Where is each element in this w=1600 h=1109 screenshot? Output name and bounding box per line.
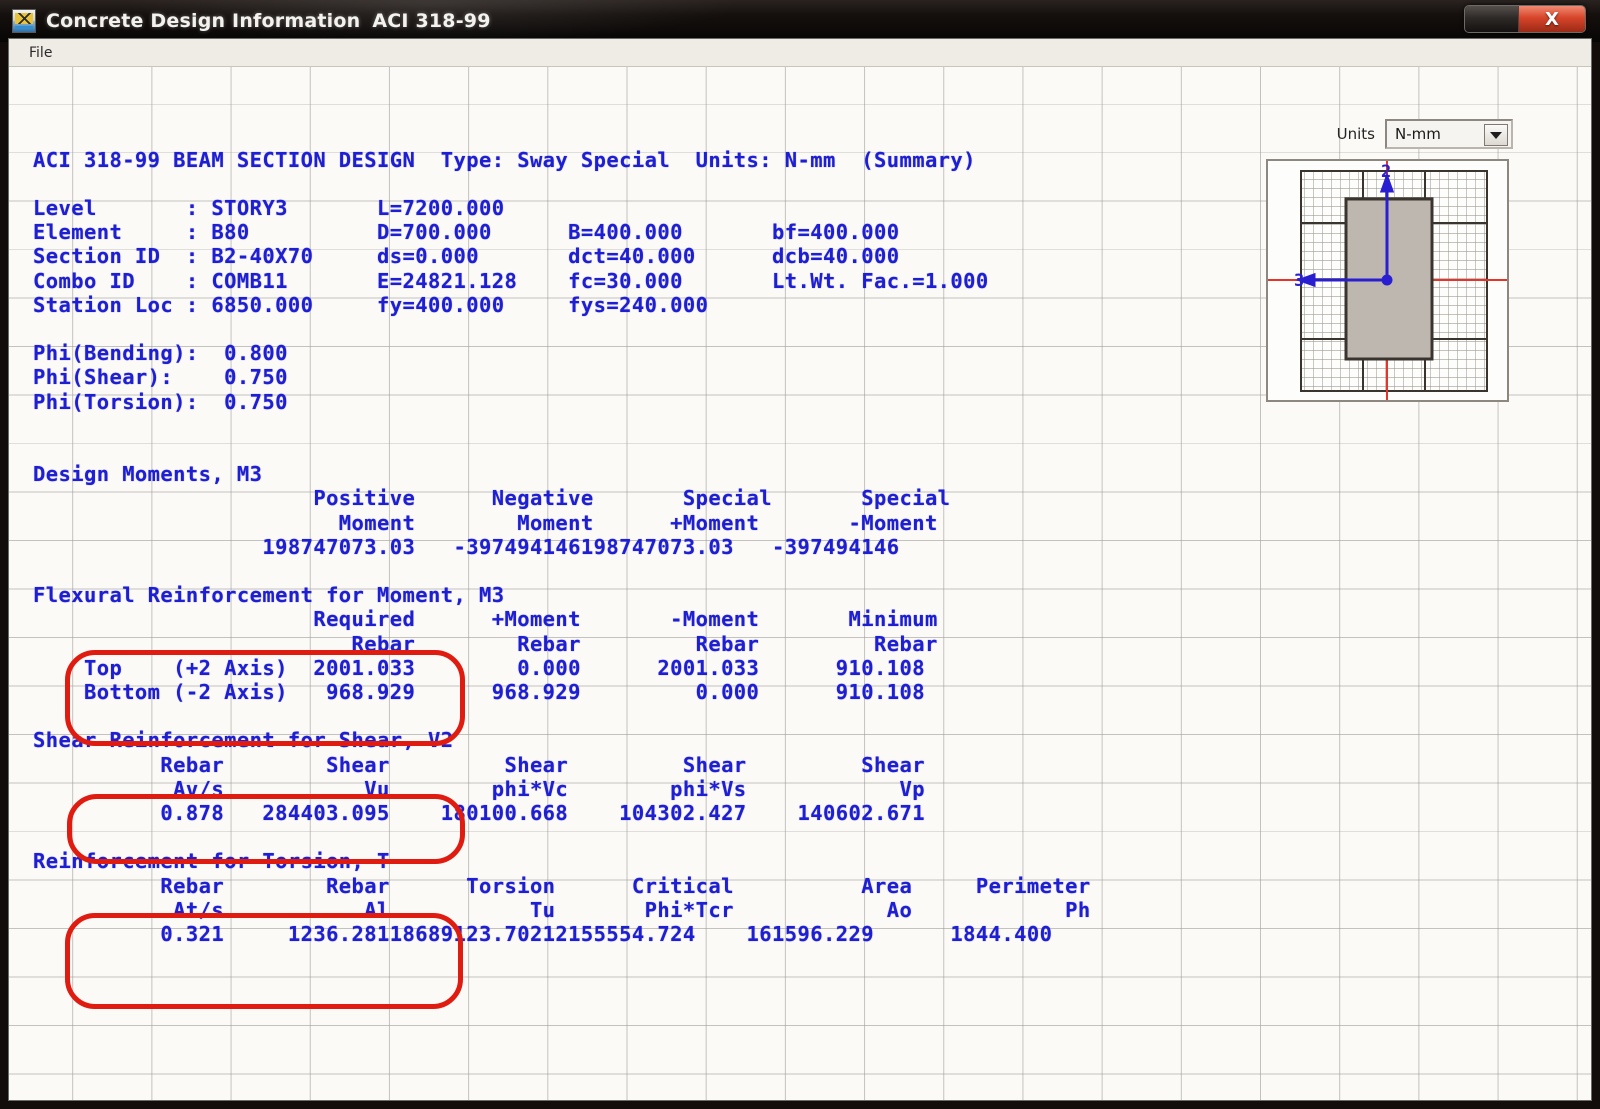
section-diagram: 2 3 (1266, 159, 1509, 402)
window-controls: X (1464, 5, 1586, 33)
units-dropdown[interactable]: N-mm (1385, 119, 1513, 149)
units-control: Units N-mm (1337, 119, 1513, 149)
units-selected-value: N-mm (1387, 125, 1441, 143)
units-label: Units (1337, 125, 1375, 143)
application-window: Concrete Design InformationACI 318-99 X … (0, 0, 1600, 1109)
app-icon (12, 9, 36, 33)
window-title-main: Concrete Design Information (46, 10, 360, 32)
minimize-button[interactable] (1465, 6, 1519, 32)
menu-bar: File (9, 39, 1591, 67)
axis-2-label: 2 (1381, 162, 1391, 182)
chevron-down-icon[interactable] (1484, 124, 1508, 146)
title-bar: Concrete Design Information ACI 318-99 X (0, 0, 1600, 42)
axis-3-label: 3 (1294, 271, 1304, 291)
content-area: Units N-mm (9, 67, 1591, 1100)
design-report-text: ACI 318-99 BEAM SECTION DESIGN Type: Swa… (33, 148, 1091, 947)
menu-item-file[interactable]: File (21, 43, 60, 63)
close-icon: X (1545, 9, 1559, 30)
window-title-code: ACI 318-99 (372, 10, 490, 32)
close-button[interactable]: X (1519, 6, 1585, 32)
section-diagram-svg: 2 3 (1268, 161, 1507, 400)
window-body: File Units N-mm (8, 38, 1592, 1101)
window-title: Concrete Design Information ACI 318-99 (46, 10, 491, 32)
